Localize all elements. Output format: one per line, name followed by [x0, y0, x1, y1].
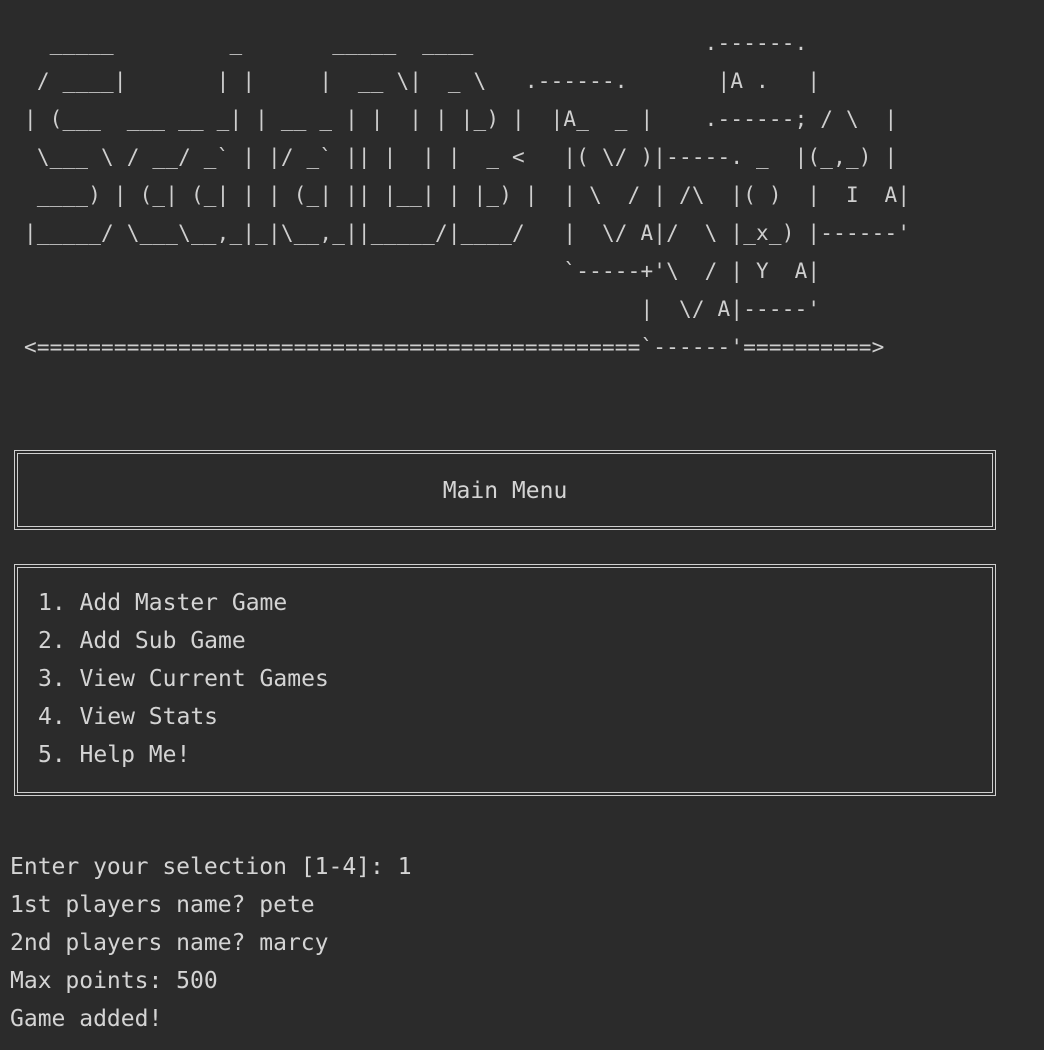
main-menu-box: 1. Add Master Game 2. Add Sub Game 3. Vi… — [14, 564, 996, 796]
ascii-banner: _____ _ _____ ____ .------. / ____| | | … — [24, 31, 911, 359]
menu-item-view-stats[interactable]: 4. View Stats — [38, 698, 992, 736]
menu-item-add-master-game[interactable]: 1. Add Master Game — [38, 584, 992, 622]
main-menu-title-box: Main Menu — [14, 450, 996, 530]
menu-item-add-sub-game[interactable]: 2. Add Sub Game — [38, 622, 992, 660]
terminal-window: _____ _ _____ ____ .------. / ____| | | … — [0, 0, 1044, 1050]
selection-prompt-line: Enter your selection [1-4]: 1 — [10, 854, 412, 880]
game-added-line: Game added! — [10, 1006, 163, 1032]
player2-prompt-line: 2nd players name? marcy — [10, 930, 329, 956]
console-output: Enter your selection [1-4]: 1 1st player… — [10, 848, 412, 1038]
main-menu-title: Main Menu — [442, 478, 568, 504]
max-points-line: Max points: 500 — [10, 968, 218, 994]
menu-item-view-current-games[interactable]: 3. View Current Games — [38, 660, 992, 698]
player1-prompt-line: 1st players name? pete — [10, 892, 315, 918]
menu-item-help[interactable]: 5. Help Me! — [38, 736, 992, 774]
